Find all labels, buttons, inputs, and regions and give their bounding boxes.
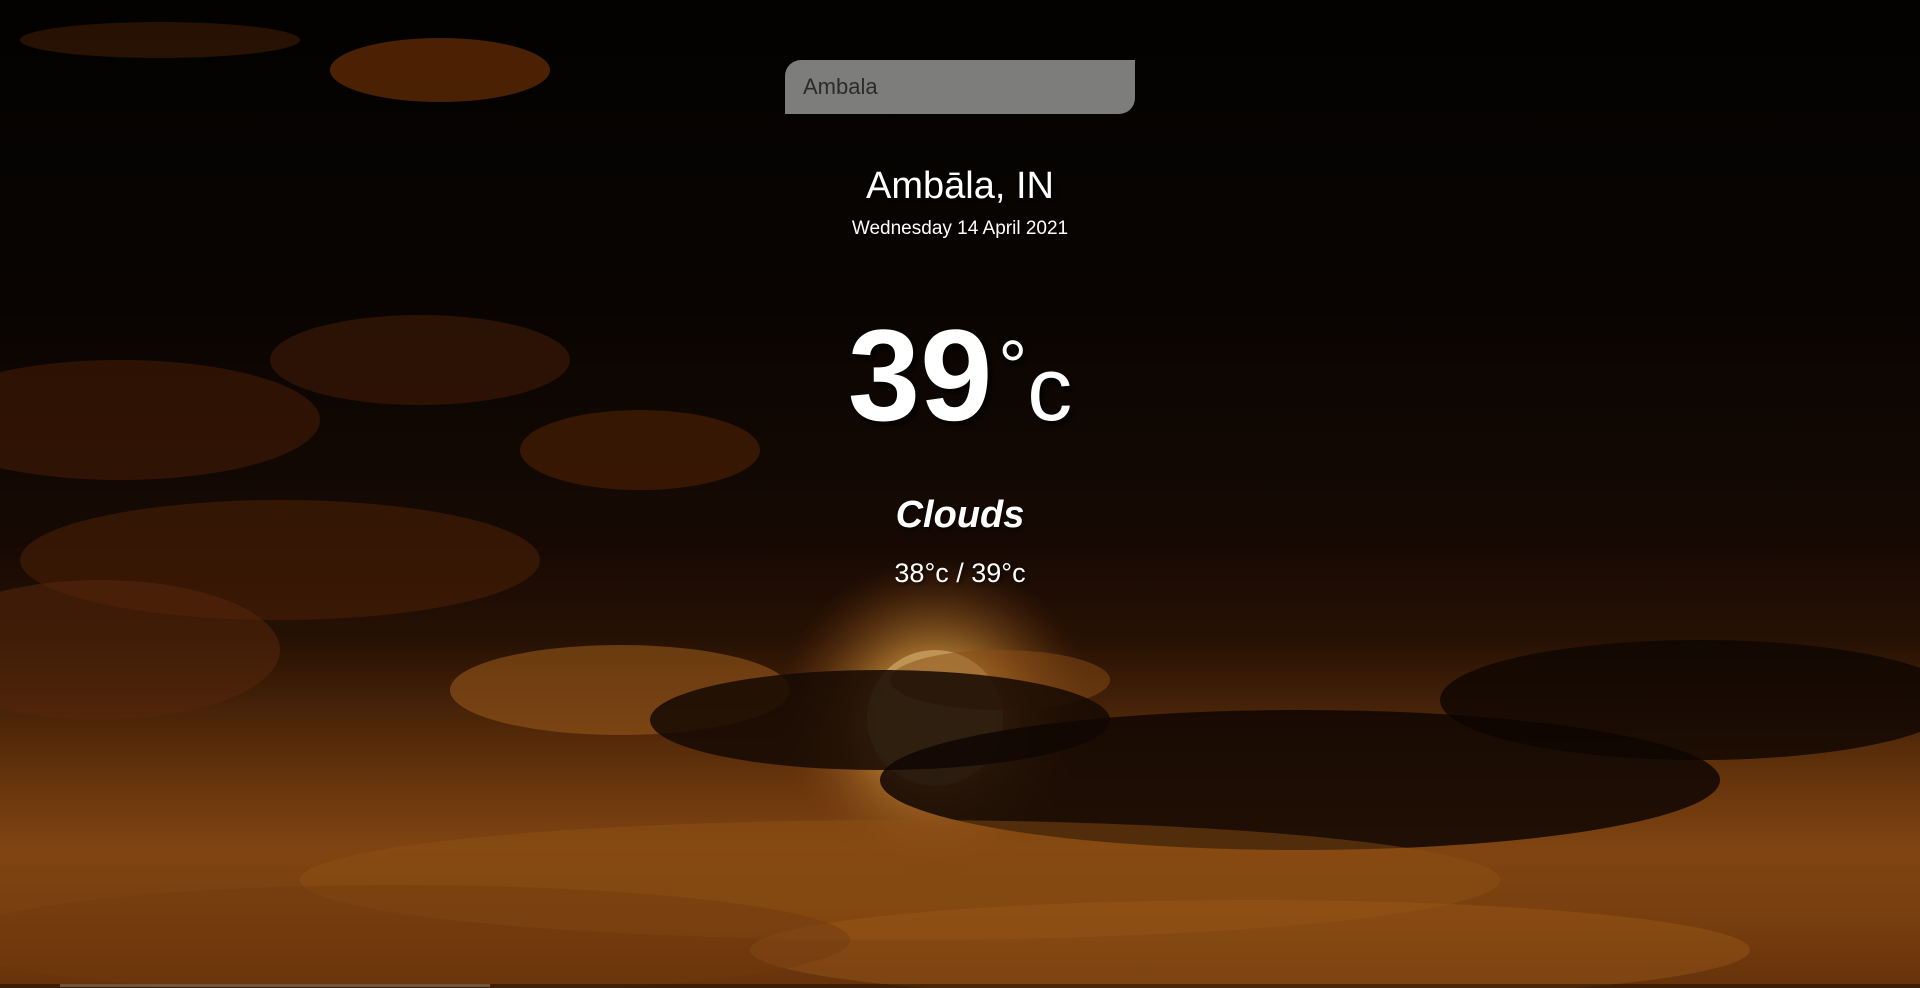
search-input[interactable] [785,60,1135,114]
temperature-display: 39°c [660,300,1260,450]
degree-symbol: ° [998,327,1028,407]
weather-condition: Clouds [895,494,1025,536]
scrollbar-thumb[interactable] [60,984,490,987]
location-title: Ambāla, IN [866,165,1054,207]
temperature-value: 39 [847,302,993,448]
search-bar [785,60,1135,114]
weather-app: Ambāla, IN Wednesday 14 April 2021 39°c … [0,0,1920,988]
temperature-range: 38°c / 39°c [894,558,1026,588]
temperature-unit: c [1027,340,1073,440]
current-date: Wednesday 14 April 2021 [851,218,1069,239]
